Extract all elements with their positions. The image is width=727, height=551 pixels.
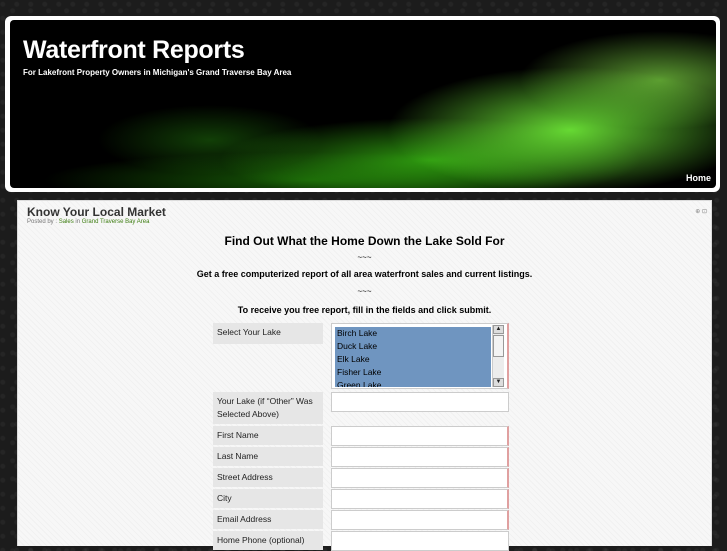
separator-1: ~~~: [357, 253, 372, 262]
separator-2: ~~~: [357, 287, 372, 296]
lake-option-fisher[interactable]: Fisher Lake: [335, 366, 491, 379]
post-category-link[interactable]: Grand Traverse Bay Area: [82, 219, 150, 225]
street-address-label: Street Address: [213, 468, 323, 487]
post-author-link[interactable]: Sales: [59, 219, 74, 225]
street-address-input[interactable]: [331, 468, 509, 488]
lake-list-scrollbar[interactable]: ▲ ▼: [492, 325, 504, 387]
lake-option-duck[interactable]: Duck Lake: [335, 340, 491, 353]
first-name-label: First Name: [213, 426, 323, 445]
post-tools-icons[interactable]: ⊕ ⊡: [695, 208, 707, 215]
post-content: Know Your Local Market Posted by : Sales…: [17, 200, 712, 551]
post-meta: Posted by : Sales in Grand Traverse Bay …: [27, 219, 149, 225]
scroll-up-arrow-icon[interactable]: ▲: [493, 325, 504, 334]
other-lake-input[interactable]: [331, 392, 509, 412]
other-lake-label: Your Lake (if “Other” Was Selected Above…: [213, 392, 323, 424]
select-lake-label: Select Your Lake: [213, 323, 323, 344]
post-meta-in: in: [75, 219, 81, 225]
lake-options: Birch Lake Duck Lake Elk Lake Fisher Lak…: [335, 327, 491, 387]
last-name-input[interactable]: [331, 447, 509, 467]
email-input[interactable]: [331, 510, 509, 530]
email-label: Email Address: [213, 510, 323, 529]
header-banner: Waterfront Reports For Lakefront Propert…: [10, 20, 716, 188]
other-lake-label-line2: Selected Above): [217, 409, 279, 419]
lake-option-green[interactable]: Green Lake: [335, 379, 491, 387]
nav-home-link[interactable]: Home: [686, 173, 711, 183]
site-tagline: For Lakefront Property Owners in Michiga…: [23, 68, 292, 77]
headline: Find Out What the Home Down the Lake Sol…: [224, 234, 505, 248]
other-lake-label-line1: Your Lake (if “Other” Was: [217, 396, 313, 406]
lake-select-list[interactable]: Birch Lake Duck Lake Elk Lake Fisher Lak…: [331, 323, 509, 389]
scroll-thumb[interactable]: [493, 335, 504, 357]
post-meta-prefix: Posted by :: [27, 219, 58, 225]
home-phone-input[interactable]: [331, 531, 509, 551]
city-input[interactable]: [331, 489, 509, 509]
site-title[interactable]: Waterfront Reports: [23, 36, 245, 65]
post-title[interactable]: Know Your Local Market: [27, 205, 166, 219]
instructions-text: To receive you free report, fill in the …: [237, 305, 492, 315]
last-name-label: Last Name: [213, 447, 323, 466]
lake-option-elk[interactable]: Elk Lake: [335, 353, 491, 366]
home-phone-label: Home Phone (optional): [213, 531, 323, 550]
offer-text: Get a free computerized report of all ar…: [196, 269, 533, 279]
city-label: City: [213, 489, 323, 508]
lake-option-birch[interactable]: Birch Lake: [335, 327, 491, 340]
scroll-down-arrow-icon[interactable]: ▼: [493, 378, 504, 387]
first-name-input[interactable]: [331, 426, 509, 446]
